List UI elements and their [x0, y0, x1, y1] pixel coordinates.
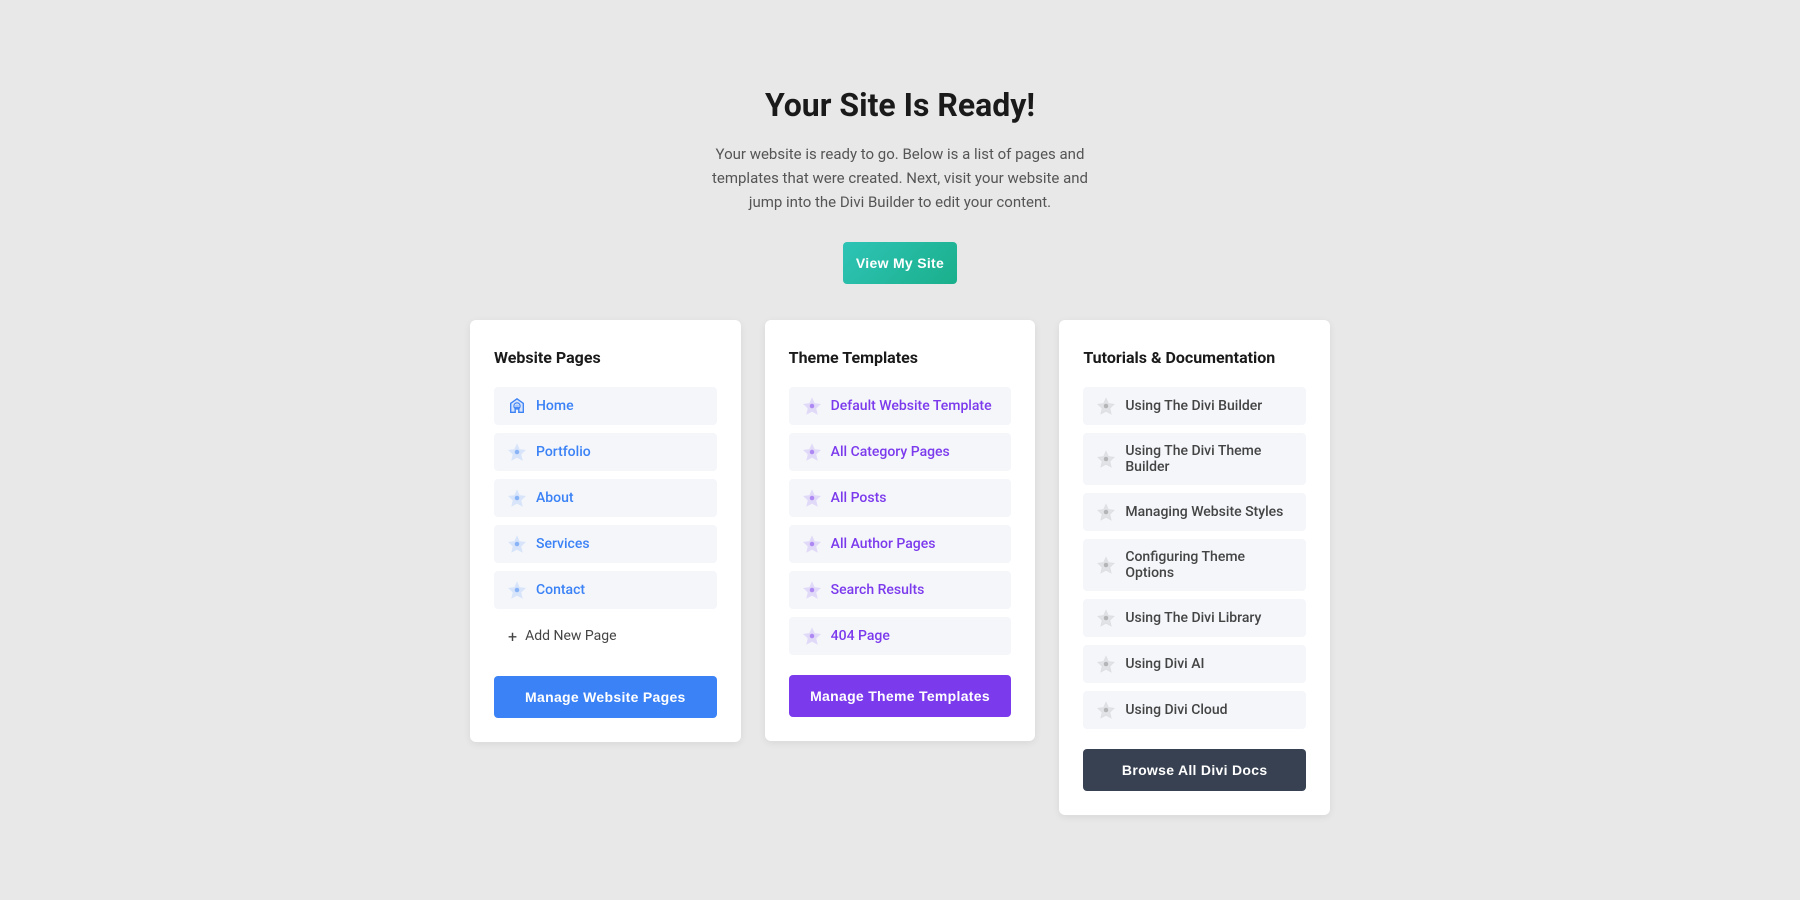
template-item-404-label: 404 Page — [831, 628, 890, 644]
tutorial-item-ai[interactable]: Using Divi AI — [1083, 645, 1306, 683]
template-item-author[interactable]: All Author Pages — [789, 525, 1012, 563]
theme-templates-title: Theme Templates — [789, 348, 1012, 367]
add-new-page-label: Add New Page — [525, 628, 616, 644]
template-item-search[interactable]: Search Results — [789, 571, 1012, 609]
tutorials-card: Tutorials & Documentation Using The Divi… — [1059, 320, 1330, 815]
tutorial-item-library-label: Using The Divi Library — [1125, 610, 1261, 626]
template-item-default-label: Default Website Template — [831, 398, 992, 414]
page-wrapper: Your Site Is Ready! Your website is read… — [0, 0, 1800, 900]
center-content: Your Site Is Ready! Your website is read… — [450, 46, 1350, 855]
tutorial-item-theme-builder[interactable]: Using The Divi Theme Builder — [1083, 433, 1306, 485]
divi-page-icon — [508, 581, 526, 599]
template-item-author-label: All Author Pages — [831, 536, 936, 552]
divi-tutorial-icon — [1097, 450, 1115, 468]
tutorial-item-options[interactable]: Configuring Theme Options — [1083, 539, 1306, 591]
page-item-services[interactable]: Services — [494, 525, 717, 563]
tutorial-item-library[interactable]: Using The Divi Library — [1083, 599, 1306, 637]
view-site-button[interactable]: View My Site — [843, 242, 957, 284]
page-item-services-label: Services — [536, 536, 590, 552]
page-item-portfolio[interactable]: Portfolio — [494, 433, 717, 471]
divi-page-icon — [508, 397, 526, 415]
divi-template-icon — [803, 489, 821, 507]
manage-theme-templates-button[interactable]: Manage Theme Templates — [789, 675, 1012, 717]
divi-template-icon — [803, 397, 821, 415]
tutorial-item-builder[interactable]: Using The Divi Builder — [1083, 387, 1306, 425]
template-item-default[interactable]: Default Website Template — [789, 387, 1012, 425]
tutorial-item-theme-builder-label: Using The Divi Theme Builder — [1125, 443, 1292, 475]
divi-tutorial-icon — [1097, 556, 1115, 574]
template-item-search-label: Search Results — [831, 582, 925, 598]
template-item-category[interactable]: All Category Pages — [789, 433, 1012, 471]
template-item-posts-label: All Posts — [831, 490, 887, 506]
divi-tutorial-icon — [1097, 655, 1115, 673]
tutorial-item-builder-label: Using The Divi Builder — [1125, 398, 1262, 414]
tutorial-item-styles[interactable]: Managing Website Styles — [1083, 493, 1306, 531]
template-item-404[interactable]: 404 Page — [789, 617, 1012, 655]
add-new-page[interactable]: + Add New Page — [494, 617, 717, 656]
divi-page-icon — [508, 443, 526, 461]
page-item-contact-label: Contact — [536, 582, 585, 598]
website-pages-title: Website Pages — [494, 348, 717, 367]
divi-template-icon — [803, 535, 821, 553]
page-item-portfolio-label: Portfolio — [536, 444, 591, 460]
main-title: Your Site Is Ready! — [765, 86, 1035, 124]
divi-tutorial-icon — [1097, 503, 1115, 521]
divi-page-icon — [508, 535, 526, 553]
website-pages-card: Website Pages Home — [470, 320, 741, 742]
divi-template-icon — [803, 627, 821, 645]
subtitle: Your website is ready to go. Below is a … — [710, 142, 1090, 214]
page-item-home[interactable]: Home — [494, 387, 717, 425]
theme-templates-card: Theme Templates Default Website Template — [765, 320, 1036, 741]
cards-row: Website Pages Home — [470, 320, 1330, 815]
divi-tutorial-icon — [1097, 701, 1115, 719]
tutorial-item-styles-label: Managing Website Styles — [1125, 504, 1283, 520]
tutorial-item-options-label: Configuring Theme Options — [1125, 549, 1292, 581]
page-item-contact[interactable]: Contact — [494, 571, 717, 609]
page-item-about-label: About — [536, 490, 574, 506]
tutorials-title: Tutorials & Documentation — [1083, 348, 1306, 367]
manage-website-pages-button[interactable]: Manage Website Pages — [494, 676, 717, 718]
template-item-category-label: All Category Pages — [831, 444, 950, 460]
page-item-about[interactable]: About — [494, 479, 717, 517]
divi-template-icon — [803, 443, 821, 461]
page-item-home-label: Home — [536, 398, 574, 414]
divi-tutorial-icon — [1097, 609, 1115, 627]
divi-tutorial-icon — [1097, 397, 1115, 415]
tutorial-item-ai-label: Using Divi AI — [1125, 656, 1204, 672]
divi-page-icon — [508, 489, 526, 507]
plus-icon: + — [508, 627, 517, 646]
browse-all-docs-button[interactable]: Browse All Divi Docs — [1083, 749, 1306, 791]
template-item-posts[interactable]: All Posts — [789, 479, 1012, 517]
divi-template-icon — [803, 581, 821, 599]
tutorial-item-cloud-label: Using Divi Cloud — [1125, 702, 1227, 718]
tutorial-item-cloud[interactable]: Using Divi Cloud — [1083, 691, 1306, 729]
